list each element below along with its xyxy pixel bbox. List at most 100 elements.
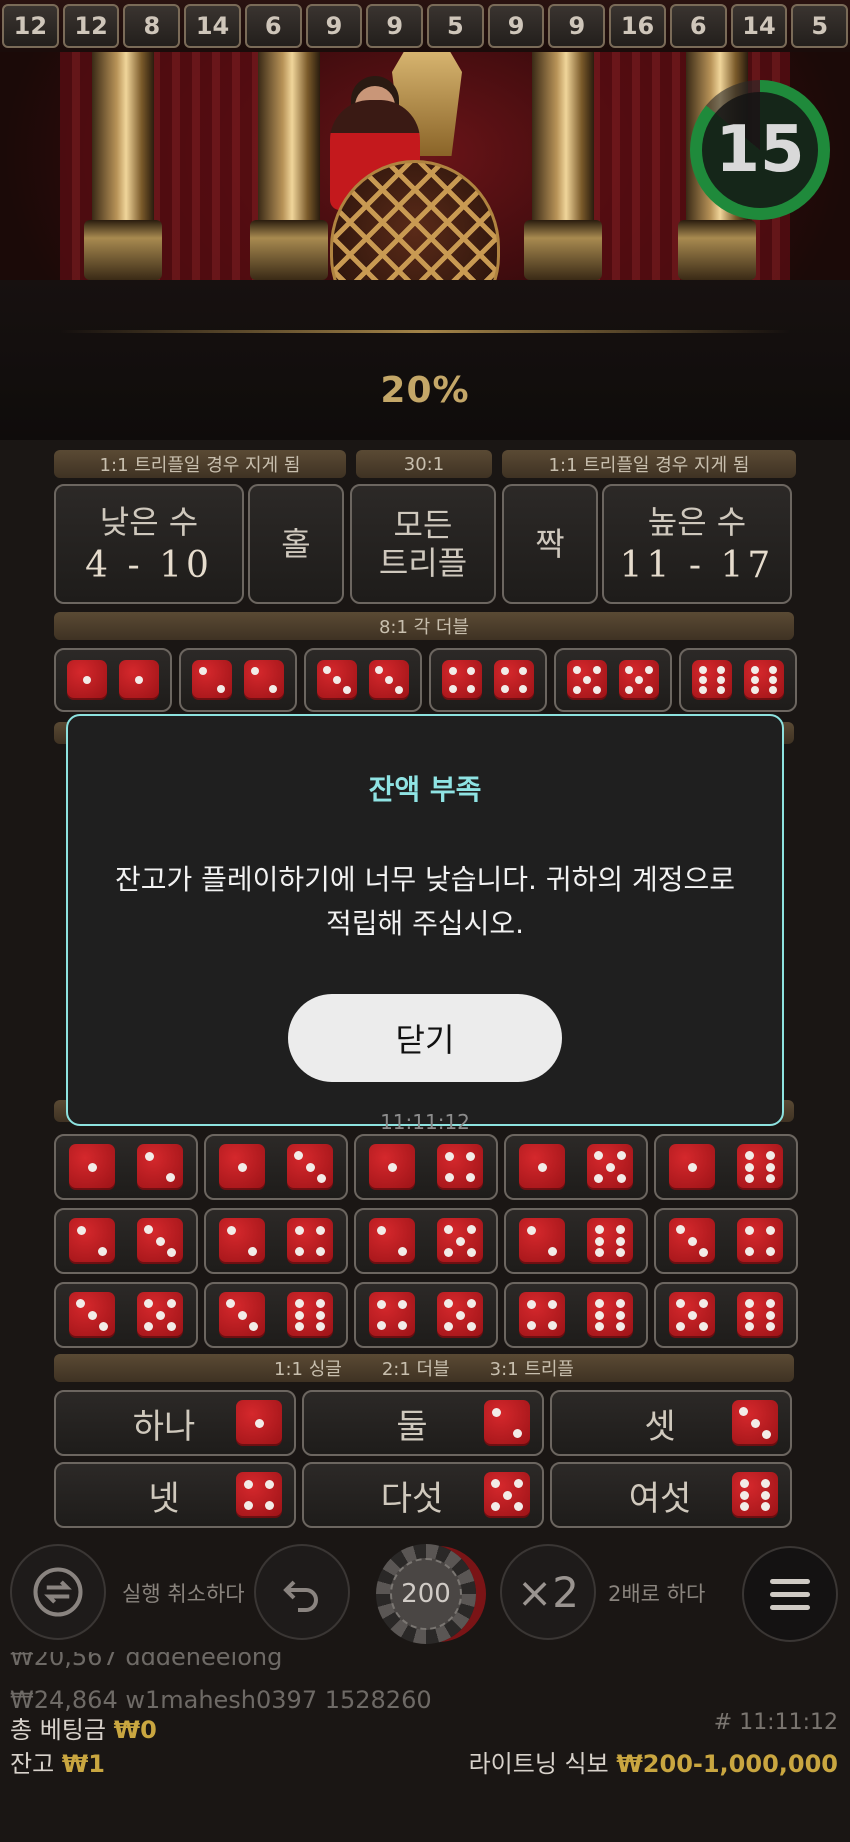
hamburger-icon-bar — [770, 1591, 810, 1597]
die-face-2-icon — [244, 660, 284, 700]
bet-high[interactable]: 높은 수 11 - 17 — [602, 484, 792, 604]
die-face-4-icon — [437, 1144, 483, 1190]
die-face-3-icon — [369, 660, 409, 700]
bet-single-6[interactable]: 여섯 — [550, 1462, 792, 1528]
bet-combo-3-5[interactable] — [54, 1282, 198, 1348]
band-text: 8:1 각 더블 — [378, 617, 470, 638]
band-text-double: 2:1 더블 — [381, 1359, 450, 1380]
band-text: 30:1 — [403, 453, 445, 475]
die-face-2-icon — [369, 1218, 415, 1264]
die-face-3-icon — [732, 1400, 778, 1446]
bet-combo-1-3[interactable] — [204, 1134, 348, 1200]
double-bet-button[interactable]: ×2 — [500, 1544, 596, 1640]
close-button[interactable]: 닫기 — [288, 994, 562, 1082]
bet-single-5[interactable]: 다섯 — [302, 1462, 544, 1528]
die-face-6-icon — [287, 1292, 333, 1338]
bet-combo-5-6[interactable] — [654, 1282, 798, 1348]
pillar-base — [524, 220, 602, 280]
die-face-6-icon — [737, 1144, 783, 1190]
die-face-4-icon — [442, 660, 482, 700]
bet-combo-1-6[interactable] — [654, 1134, 798, 1200]
die-face-2-icon — [484, 1400, 530, 1446]
bet-low[interactable]: 낮은 수 4 - 10 — [54, 484, 244, 604]
double-icon: ×2 — [517, 1567, 579, 1617]
die-face-2-icon — [69, 1218, 115, 1264]
die-face-5-icon — [137, 1292, 183, 1338]
repeat-button[interactable] — [10, 1544, 106, 1640]
bet-single-label: 넷 — [148, 1478, 180, 1519]
die-face-4-icon — [369, 1292, 415, 1338]
bet-combo-2-4[interactable] — [204, 1208, 348, 1274]
double-label: 2배로 하다 — [608, 1582, 706, 1606]
die-face-2-icon — [219, 1218, 265, 1264]
die-face-1-icon — [67, 660, 107, 700]
bet-single-3[interactable]: 셋 — [550, 1390, 792, 1456]
die-face-3-icon — [137, 1218, 183, 1264]
die-face-2-icon — [137, 1144, 183, 1190]
bet-even-label: 짝 — [535, 525, 565, 563]
total-bet-label: 총 베팅금 — [10, 1716, 106, 1744]
die-face-6-icon — [732, 1472, 778, 1518]
bet-single-1[interactable]: 하나 — [54, 1390, 296, 1456]
chip-selector[interactable]: 200 — [376, 1544, 476, 1644]
die-face-6-icon — [692, 660, 732, 700]
bet-even[interactable]: 짝 — [502, 484, 598, 604]
repeat-icon — [33, 1567, 83, 1617]
bet-double-3[interactable] — [304, 648, 422, 712]
die-face-3-icon — [69, 1292, 115, 1338]
die-face-5-icon — [567, 660, 607, 700]
die-face-1-icon — [69, 1144, 115, 1190]
total-bet-value: ₩0 — [113, 1716, 157, 1744]
band-doubles-payout: 8:1 각 더블 — [54, 612, 794, 640]
history-result: 9 — [548, 4, 606, 48]
history-result: 5 — [427, 4, 484, 48]
bet-combo-2-3[interactable] — [54, 1208, 198, 1274]
countdown-value: 15 — [702, 92, 818, 208]
die-face-3-icon — [669, 1218, 715, 1264]
bet-double-2[interactable] — [179, 648, 297, 712]
bet-limits: ₩200-1,000,000 — [616, 1750, 838, 1778]
die-face-3-icon — [287, 1144, 333, 1190]
history-result: 6 — [669, 4, 727, 48]
bet-single-2[interactable]: 둘 — [302, 1390, 544, 1456]
band-text-triple: 3:1 트리플 — [489, 1359, 574, 1380]
balance-value: ₩1 — [61, 1750, 105, 1778]
bet-combo-4-6[interactable] — [504, 1282, 648, 1348]
history-result: 12 — [62, 4, 120, 48]
die-face-3-icon — [317, 660, 357, 700]
countdown-timer: 15 — [690, 80, 830, 220]
bet-combo-4-5[interactable] — [354, 1282, 498, 1348]
band-triple-payout: 30:1 — [356, 450, 492, 478]
stage-floor-line — [60, 330, 790, 333]
bet-any-triple[interactable]: 모든 트리플 — [350, 484, 496, 604]
bet-combo-3-4[interactable] — [654, 1208, 798, 1274]
total-bet: 총 베팅금 ₩0 — [10, 1710, 157, 1745]
history-result: 9 — [487, 4, 545, 48]
bet-single-4[interactable]: 넷 — [54, 1462, 296, 1528]
undo-button[interactable] — [254, 1544, 350, 1640]
bet-odd[interactable]: 홀 — [248, 484, 344, 604]
bet-double-1[interactable] — [54, 648, 172, 712]
balance: 잔고 ₩1 — [10, 1744, 105, 1779]
bet-combo-2-5[interactable] — [354, 1208, 498, 1274]
band-singles-payout: 1:1 싱글 2:1 더블 3:1 트리플 — [54, 1354, 794, 1382]
game-info: 라이트닝 식보 ₩200-1,000,000 — [469, 1744, 838, 1779]
hamburger-icon-bar — [770, 1604, 810, 1610]
bet-single-label: 둘 — [396, 1406, 428, 1447]
die-face-5-icon — [619, 660, 659, 700]
die-face-6-icon — [737, 1292, 783, 1338]
undo-icon — [283, 1580, 318, 1612]
bet-double-6[interactable] — [679, 648, 797, 712]
band-high-payout: 1:1 트리플일 경우 지게 됨 — [502, 450, 796, 478]
bet-combo-2-6[interactable] — [504, 1208, 648, 1274]
history-result: 12 — [2, 4, 59, 48]
band-text: 1:1 트리플일 경우 지게 됨 — [99, 455, 301, 476]
bet-combo-1-2[interactable] — [54, 1134, 198, 1200]
die-face-4-icon — [737, 1218, 783, 1264]
bet-combo-1-5[interactable] — [504, 1134, 648, 1200]
bet-combo-1-4[interactable] — [354, 1134, 498, 1200]
bet-double-4[interactable] — [429, 648, 547, 712]
bet-double-5[interactable] — [554, 648, 672, 712]
menu-button[interactable] — [742, 1546, 838, 1642]
bet-combo-3-6[interactable] — [204, 1282, 348, 1348]
